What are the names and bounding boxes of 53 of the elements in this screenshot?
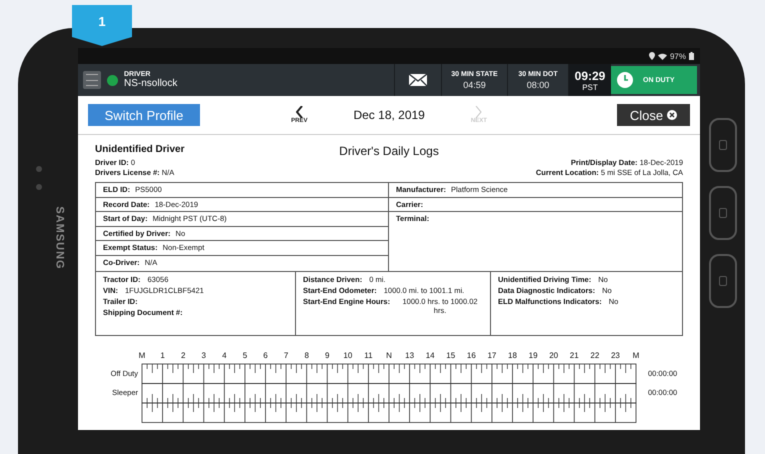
side-key-icon[interactable] — [708, 118, 736, 172]
hour-label: 11 — [364, 350, 373, 360]
hour-label: M — [632, 350, 640, 360]
clock-time: 09:29 — [574, 68, 606, 82]
hour-label: 10 — [343, 350, 352, 360]
hour-label: 21 — [570, 350, 579, 360]
log-date: Dec 18, 2019 — [353, 108, 425, 122]
close-button[interactable]: Close — [617, 104, 690, 126]
hour-label: 18 — [508, 350, 517, 360]
camera-icon — [36, 166, 42, 172]
callout-badge: 1 — [72, 5, 132, 46]
hour-label: 23 — [610, 350, 620, 360]
hour-label: 2 — [180, 350, 186, 360]
device-brand: SAMSUNG — [54, 206, 66, 270]
switch-profile-button[interactable]: Switch Profile — [88, 104, 200, 126]
time-zone: PST — [582, 82, 598, 92]
sensor-icon — [36, 184, 42, 190]
menu-button[interactable] — [83, 71, 101, 89]
hour-label: 19 — [528, 350, 538, 360]
mail-icon[interactable] — [409, 74, 427, 86]
wifi-icon — [658, 52, 667, 60]
clock-icon — [617, 72, 633, 88]
hour-label: 5 — [242, 350, 248, 360]
battery-icon — [689, 52, 694, 60]
hour-label: 3 — [202, 350, 206, 360]
close-icon — [667, 110, 678, 120]
hour-label: 9 — [325, 350, 330, 360]
hour-label: N — [386, 350, 392, 360]
timer-value: 08:00 — [526, 80, 550, 90]
hour-label: M — [138, 350, 146, 360]
side-key-icon[interactable] — [708, 186, 736, 240]
hour-label: 14 — [426, 350, 435, 360]
hour-label: 20 — [549, 350, 558, 360]
hour-label: 15 — [446, 350, 456, 360]
hour-label: 22 — [590, 350, 600, 360]
battery-percent: 97% — [670, 52, 686, 60]
hour-label: 6 — [263, 350, 268, 360]
driver-heading: Unidentified Driver — [95, 144, 184, 155]
hour-label: 1 — [160, 350, 165, 360]
chevron-left-icon — [296, 106, 303, 118]
hour-label: 7 — [284, 350, 288, 360]
side-key-icon[interactable] — [708, 254, 736, 308]
hour-label: 17 — [487, 350, 496, 360]
hour-label: 16 — [466, 350, 476, 360]
hour-label: 8 — [304, 350, 309, 360]
hour-label: 13 — [405, 350, 414, 360]
chevron-right-icon — [475, 106, 482, 118]
hour-label: 4 — [222, 350, 227, 360]
log-title: Driver's Daily Logs — [339, 144, 439, 158]
location-icon — [648, 52, 655, 60]
status-dot — [107, 74, 118, 86]
timer-value: 04:59 — [463, 80, 486, 90]
driver-name: NS-nsollock — [124, 78, 178, 89]
